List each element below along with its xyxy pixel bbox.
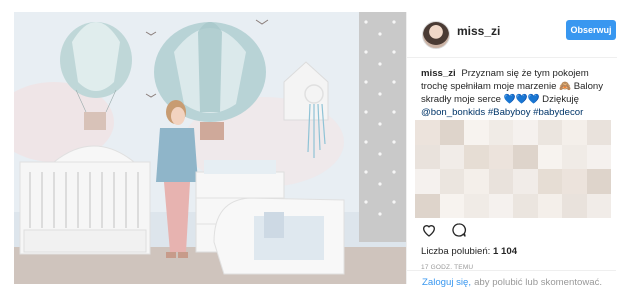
blurred-tile	[488, 120, 513, 145]
blurred-tile	[586, 144, 611, 169]
blurred-tile	[537, 144, 562, 169]
blurred-tile	[439, 144, 464, 169]
blurred-tile	[464, 169, 489, 194]
blurred-tile	[415, 169, 440, 194]
blurred-tile	[415, 120, 440, 145]
login-prompt-text: aby polubić lub skomentować.	[474, 277, 603, 288]
post-side-panel: miss_zi Obserwuj miss_zi Przyznam się że…	[406, 12, 617, 284]
blurred-tile	[562, 120, 587, 145]
blurred-tile	[586, 193, 611, 218]
blurred-tile	[513, 120, 538, 145]
blurred-tile	[464, 120, 489, 145]
avatar[interactable]	[422, 21, 450, 49]
blurred-tile	[537, 120, 562, 145]
blurred-tile	[464, 144, 489, 169]
speech-bubble-icon[interactable]	[451, 222, 467, 240]
blurred-tile	[586, 120, 611, 145]
blurred-tile	[513, 144, 538, 169]
login-prompt: Zaloguj się, aby polubić lub skomentować…	[406, 270, 616, 294]
likes-number[interactable]: 1 104	[493, 246, 517, 257]
username-link[interactable]: miss_zi	[457, 24, 500, 38]
blurred-tile	[537, 193, 562, 218]
likes-label: Liczba polubień:	[421, 246, 491, 257]
blurred-tile	[439, 120, 464, 145]
post-actions	[421, 222, 607, 240]
login-link[interactable]: Zaloguj się,	[422, 277, 471, 288]
blurred-tile	[464, 193, 489, 218]
likes-count: Liczba polubień: 1 104	[421, 246, 517, 257]
blurred-tile	[488, 193, 513, 218]
blurred-tile	[513, 169, 538, 194]
blurred-tile	[562, 193, 587, 218]
follow-button[interactable]: Obserwuj	[566, 20, 616, 40]
blurred-comments-area	[415, 120, 611, 218]
caption-tag-link[interactable]: @bon_bonkids	[421, 107, 485, 118]
blurred-tile	[488, 169, 513, 194]
blurred-tile	[488, 144, 513, 169]
post-photo[interactable]	[14, 12, 406, 284]
blurred-tile	[415, 193, 440, 218]
nursery-photo-illustration	[14, 12, 406, 284]
blurred-tile	[415, 144, 440, 169]
post-header: miss_zi Obserwuj	[407, 12, 617, 58]
caption-author[interactable]: miss_zi	[421, 68, 456, 79]
blurred-tile	[562, 144, 587, 169]
caption-tag-link[interactable]: #Babyboy	[488, 107, 531, 118]
blurred-tile	[562, 169, 587, 194]
caption-tag-link[interactable]: #babydecor	[533, 107, 583, 118]
heart-icon[interactable]	[421, 222, 437, 240]
blurred-tile	[439, 169, 464, 194]
blurred-tile	[586, 169, 611, 194]
blurred-tile	[439, 193, 464, 218]
blurred-tile	[513, 193, 538, 218]
blurred-tile	[537, 169, 562, 194]
